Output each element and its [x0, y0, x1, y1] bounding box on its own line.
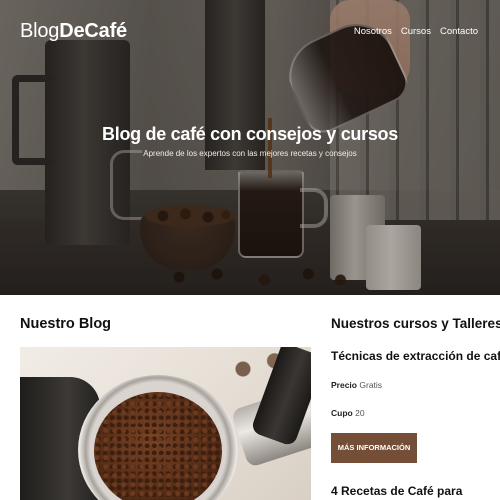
nav-link-contacto[interactable]: Contacto	[440, 26, 478, 37]
coffee-grounds-image	[94, 392, 222, 500]
main-nav: Nosotros Cursos Contacto	[354, 26, 478, 37]
blog-section-title: Nuestro Blog	[20, 316, 112, 332]
course-title[interactable]: Técnicas de extracción de café	[331, 349, 500, 363]
nav-link-nosotros[interactable]: Nosotros	[354, 26, 392, 37]
hero-subtitle: Aprende de los expertos con las mejores …	[143, 149, 357, 158]
course-cupo: Cupo 20	[331, 408, 365, 418]
hero-title: Blog de café con consejos y cursos	[102, 124, 398, 144]
course-price: Precio Gratis	[331, 380, 382, 390]
site-logo[interactable]: BlogDeCafé	[20, 20, 127, 43]
more-info-button[interactable]: MÁS INFORMACIÓN	[331, 433, 417, 463]
cupo-value: 20	[355, 408, 365, 418]
hero-overlay	[0, 0, 500, 295]
price-label: Precio	[331, 380, 357, 390]
hero-banner: BlogDeCafé Nosotros Cursos Contacto Blog…	[0, 0, 500, 295]
blog-post-image[interactable]	[20, 347, 311, 500]
logo-bold-text: DeCafé	[59, 20, 127, 42]
nav-link-cursos[interactable]: Cursos	[401, 26, 431, 37]
cupo-label: Cupo	[331, 408, 353, 418]
price-value: Gratis	[359, 380, 383, 390]
course-title-2[interactable]: 4 Recetas de Café para	[331, 484, 462, 498]
main-content: Nuestro Blog Nuestros cursos y Talleres …	[0, 295, 500, 500]
logo-light-text: Blog	[20, 20, 60, 42]
courses-section-title: Nuestros cursos y Talleres	[331, 316, 500, 331]
